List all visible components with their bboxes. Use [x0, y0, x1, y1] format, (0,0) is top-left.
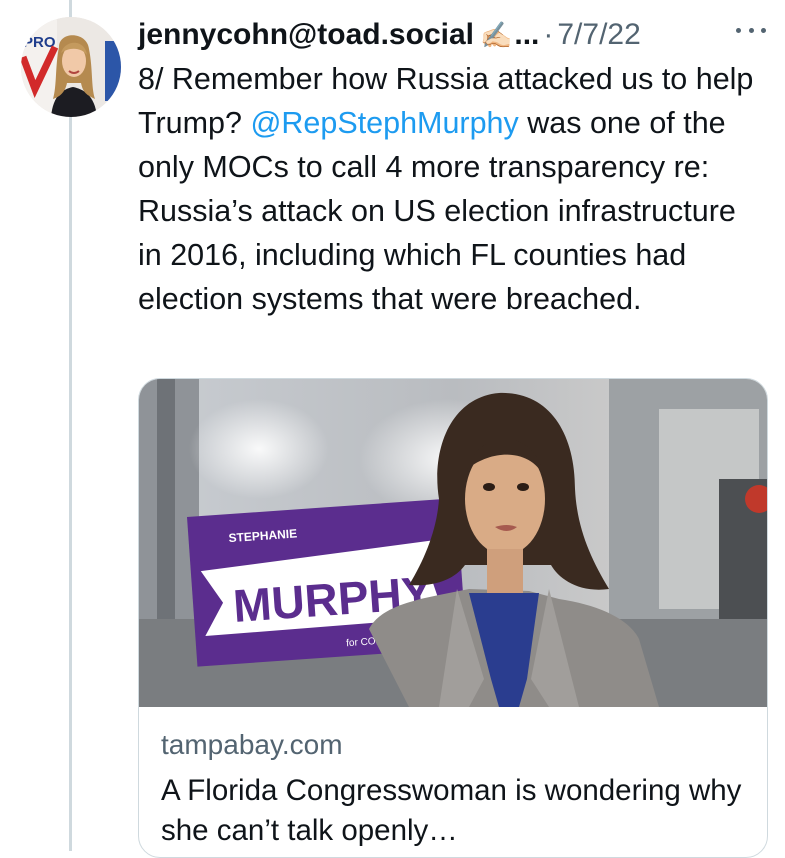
writing-hand-emoji-icon: ✍🏻 — [479, 19, 513, 50]
more-dot — [748, 27, 754, 33]
author-avatar[interactable]: PRO — [21, 17, 121, 117]
thread-connector-line — [69, 0, 72, 851]
tweet-header: jennycohn@toad.social ✍🏻 ... · 7/7/22 — [138, 14, 641, 56]
mention-link[interactable]: @RepStephMurphy — [250, 106, 518, 140]
card-photo: STEPHANIE MURPHY for CONGRESS — [139, 379, 767, 707]
card-title: A Florida Congresswoman is wondering why… — [161, 774, 742, 847]
more-horizontal-icon[interactable] — [736, 20, 766, 40]
author-handle[interactable]: jennycohn@toad.social — [138, 18, 474, 52]
avatar-photo: PRO — [21, 17, 121, 117]
link-preview-card[interactable]: STEPHANIE MURPHY for CONGRESS tampabay.c… — [138, 378, 768, 858]
more-dot — [761, 27, 766, 33]
name-truncation: ... — [514, 18, 540, 51]
tweet-text: 8/ Remember how Russia attacked us to he… — [138, 57, 768, 321]
card-domain: tampabay.com — [161, 729, 343, 760]
more-dot — [736, 27, 741, 33]
tweet-date[interactable]: 7/7/22 — [557, 18, 640, 52]
card-image: STEPHANIE MURPHY for CONGRESS — [139, 379, 767, 707]
header-separator: · — [543, 18, 554, 51]
